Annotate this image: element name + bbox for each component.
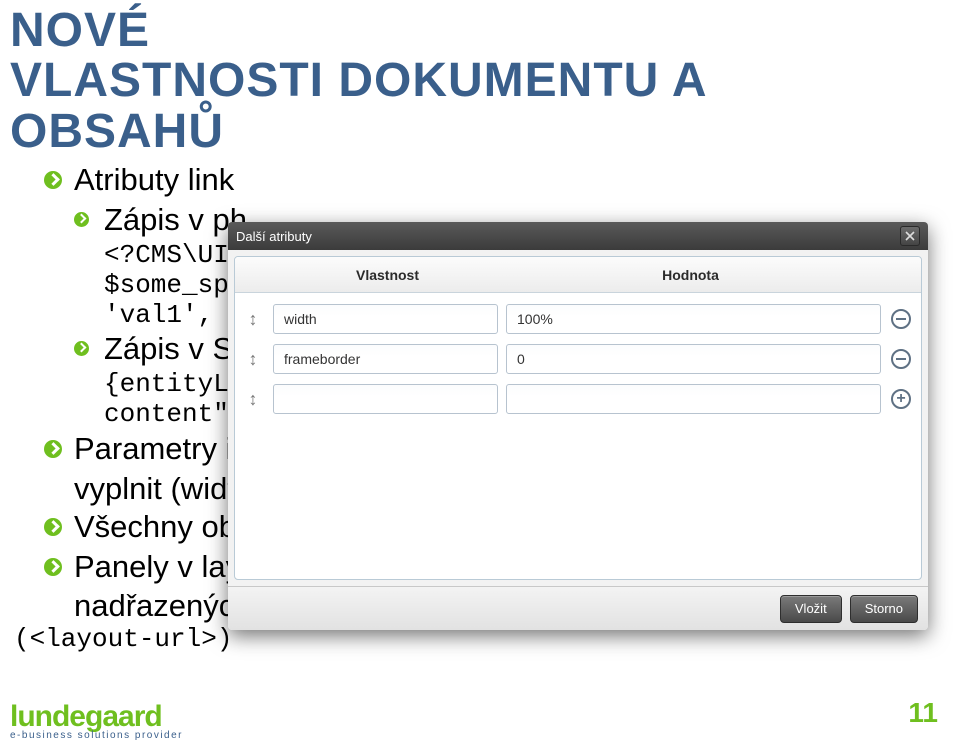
title-line-1: NOVÉ	[10, 6, 950, 56]
drag-handle-icon[interactable]: ↕	[241, 309, 265, 330]
attribute-row: ↕	[241, 379, 913, 419]
code-line: (<layout-url>)	[14, 624, 232, 654]
dialog-body: Vlastnost Hodnota ↕ ↕	[228, 250, 928, 586]
code-line: 'val1',	[104, 300, 213, 330]
attribute-row: ↕	[241, 299, 913, 339]
attribute-rows: ↕ ↕ ↕	[235, 293, 921, 425]
page-number: 11	[908, 697, 938, 729]
dialog-attributes: Další atributy Vlastnost Hodnota ↕	[228, 222, 928, 630]
bullet-attributes: Atributy link	[44, 161, 960, 199]
title-line-3: OBSAHŮ	[10, 107, 950, 157]
attribute-value-input[interactable]	[506, 304, 881, 334]
bullet-text: Zápis v ph	[104, 202, 247, 237]
brand-tagline: e-business solutions provider	[10, 730, 183, 741]
brand-text: lundegaard	[10, 700, 162, 733]
dialog-titlebar[interactable]: Další atributy	[228, 222, 928, 250]
attribute-key-input[interactable]	[273, 384, 498, 414]
continuation-text: nadřazených	[74, 588, 252, 623]
close-button[interactable]	[900, 226, 920, 246]
bullet-text: Všechny obs	[74, 509, 252, 544]
bullet-text: Parametry if	[74, 431, 241, 466]
cancel-button[interactable]: Storno	[850, 595, 918, 623]
attributes-panel: Vlastnost Hodnota ↕ ↕	[234, 256, 922, 580]
slide: NOVÉ VLASTNOSTI DOKUMENTU A OBSAHŮ Atrib…	[0, 0, 960, 751]
attribute-value-input[interactable]	[506, 344, 881, 374]
code-line: content"	[104, 399, 229, 429]
submit-button[interactable]: Vložit	[780, 595, 842, 623]
code-line: <?CMS\UI	[104, 240, 229, 270]
drag-handle-icon[interactable]: ↕	[241, 389, 265, 410]
remove-row-button[interactable]	[889, 307, 913, 331]
attribute-key-input[interactable]	[273, 304, 498, 334]
brand-name: lundegaard	[10, 700, 183, 734]
dialog-title: Další atributy	[236, 229, 312, 244]
column-header-value: Hodnota	[500, 267, 881, 283]
column-header-key: Vlastnost	[275, 267, 500, 283]
slide-title: NOVÉ VLASTNOSTI DOKUMENTU A OBSAHŮ	[0, 0, 960, 157]
column-headers: Vlastnost Hodnota	[235, 257, 921, 293]
bullet-text: Atributy link	[74, 162, 234, 197]
drag-handle-icon[interactable]: ↕	[241, 349, 265, 370]
continuation-text: vyplnit (widt	[74, 471, 236, 506]
dialog-buttons: Vložit Storno	[228, 586, 928, 630]
attribute-row: ↕	[241, 339, 913, 379]
remove-row-button[interactable]	[889, 347, 913, 371]
close-icon	[905, 231, 915, 241]
attribute-value-input[interactable]	[506, 384, 881, 414]
brand-logo: lundegaard e-business solutions provider	[10, 700, 183, 741]
title-line-2: VLASTNOSTI DOKUMENTU A	[10, 56, 950, 106]
code-line: $some_sp	[104, 270, 229, 300]
add-row-button[interactable]	[889, 387, 913, 411]
attribute-key-input[interactable]	[273, 344, 498, 374]
code-line: {entityL	[104, 369, 229, 399]
